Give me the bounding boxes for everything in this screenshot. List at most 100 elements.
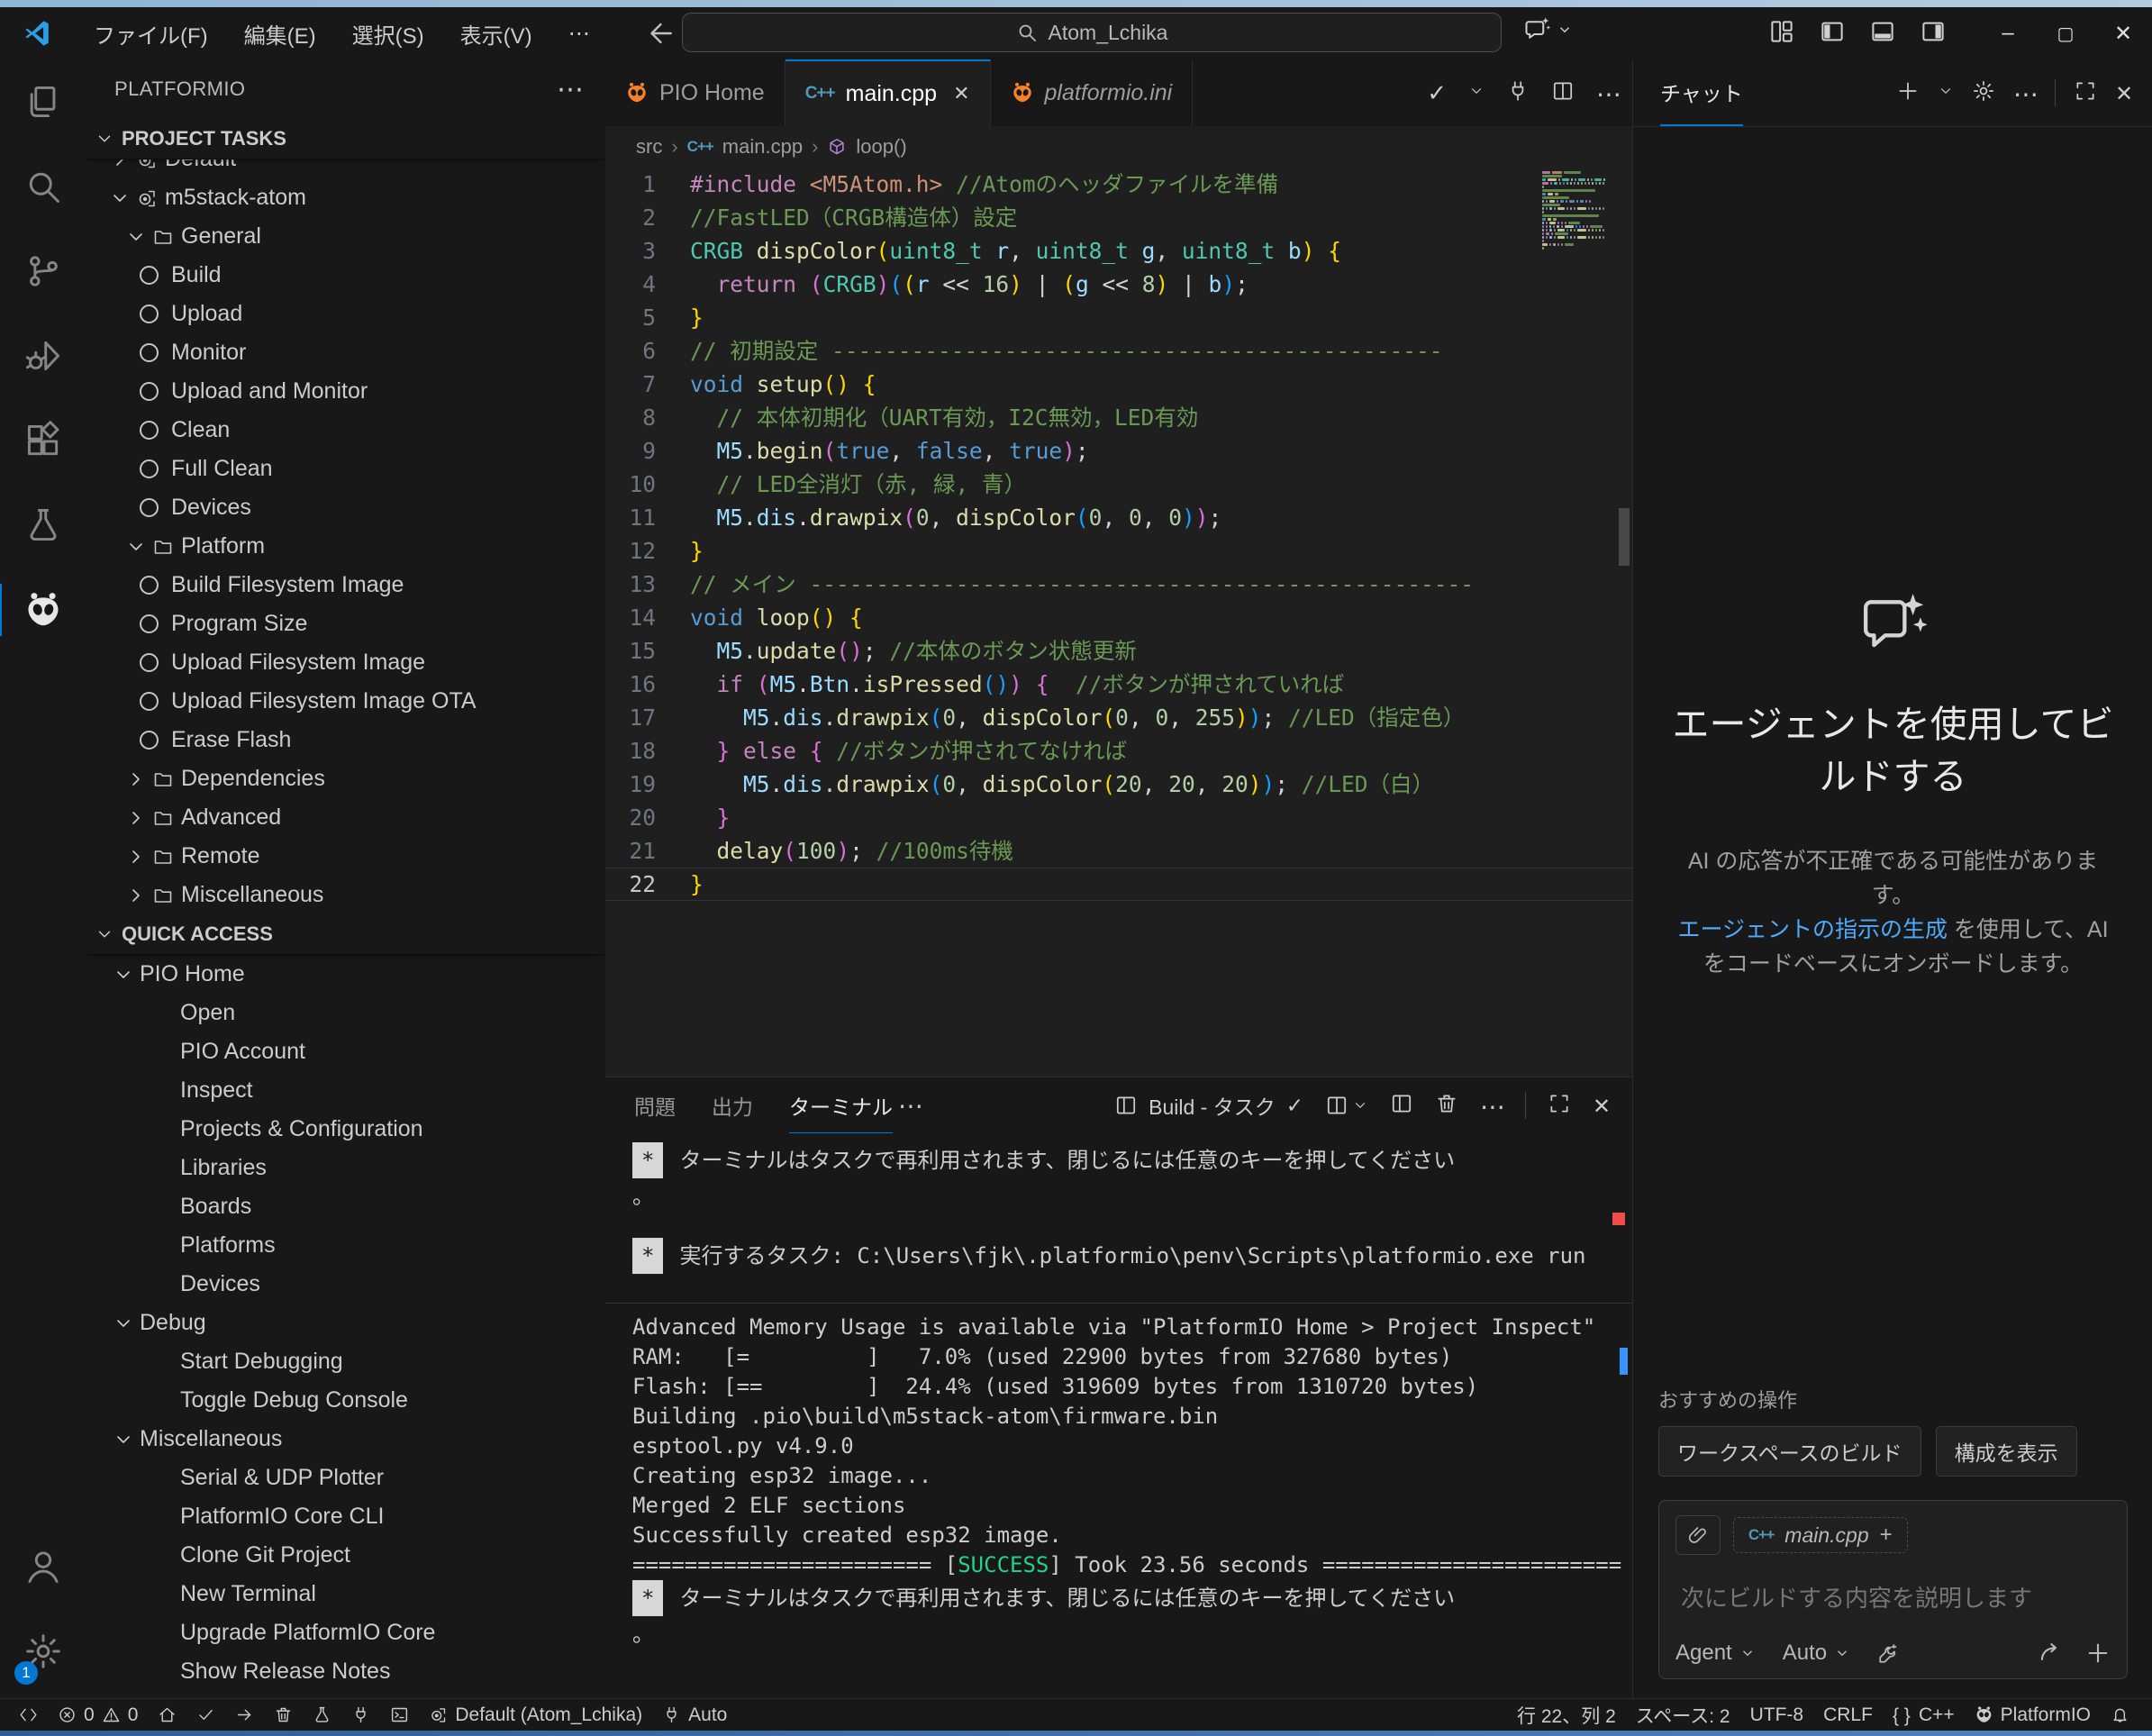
status-language-mode[interactable]: { }C++: [1883, 1699, 1965, 1731]
editor-scrollbar[interactable]: [1619, 508, 1630, 566]
send-arrow-icon[interactable]: [2037, 1641, 2062, 1666]
chat-action-chevron-down-sm[interactable]: [1938, 83, 1954, 104]
panel-action-close[interactable]: ✕: [1593, 1094, 1616, 1118]
panel-action-trash[interactable]: [1435, 1092, 1458, 1120]
tree-item-upload-filesystem-image[interactable]: Upload Filesystem Image: [86, 643, 605, 682]
activity-item-search[interactable]: [0, 144, 86, 229]
status-pio-terminal[interactable]: [380, 1699, 419, 1731]
tree-item-devices[interactable]: Devices: [86, 1265, 605, 1304]
status-pio-clean[interactable]: [264, 1699, 303, 1731]
editor-action-split-editor[interactable]: [1551, 79, 1575, 107]
code-editor[interactable]: 1#include <M5Atom.h> //Atomのヘッダファイルを準備2/…: [605, 168, 1632, 1077]
status-pio-test[interactable]: [303, 1699, 341, 1731]
tab-main-cpp[interactable]: C++main.cpp✕: [785, 59, 991, 126]
sidebar-more-actions-icon[interactable]: ⋯: [557, 74, 584, 105]
tree-item-dependencies[interactable]: Dependencies: [86, 759, 605, 798]
tree-item-full-clean[interactable]: Full Clean: [86, 450, 605, 488]
menu-item[interactable]: 表示(V): [442, 15, 550, 51]
breadcrumb-item[interactable]: loop(): [856, 135, 906, 159]
tree-item-show-release-notes[interactable]: Show Release Notes: [86, 1652, 605, 1691]
tree-item-erase-flash[interactable]: Erase Flash: [86, 721, 605, 759]
tab-platformio-ini[interactable]: platformio.ini: [991, 59, 1194, 126]
status-serial-port[interactable]: Auto: [652, 1699, 737, 1731]
status-pio-upload[interactable]: [225, 1699, 264, 1731]
activity-item-settings-gear[interactable]: 1: [0, 1609, 86, 1694]
chat-mode-picker[interactable]: Agent: [1675, 1641, 1756, 1666]
status-encoding[interactable]: UTF-8: [1740, 1699, 1814, 1731]
customize-layout-button[interactable]: [1768, 18, 1795, 50]
menu-item[interactable]: 選択(S): [334, 15, 442, 51]
panel-action-expand[interactable]: [1548, 1092, 1571, 1120]
minimap[interactable]: [1542, 171, 1611, 250]
close-window-button[interactable]: ✕: [2094, 7, 2152, 59]
tree-item-upgrade-platformio-core[interactable]: Upgrade PlatformIO Core: [86, 1613, 605, 1652]
tree-item-pio-home[interactable]: PIO Home: [86, 955, 605, 994]
tree-item-new-terminal[interactable]: New Terminal: [86, 1575, 605, 1613]
chat-action-kebab[interactable]: ⋯: [2013, 79, 2037, 107]
minimize-button[interactable]: –: [1979, 7, 2037, 59]
tree-item-upload-and-monitor[interactable]: Upload and Monitor: [86, 372, 605, 411]
tab-chat[interactable]: チャット: [1660, 59, 1743, 126]
chat-action-settings-gear[interactable]: [1972, 79, 1995, 107]
run-check-icon[interactable]: ✓: [1427, 79, 1447, 107]
panel-action-new-panel[interactable]: [1390, 1092, 1413, 1120]
tree-item-build[interactable]: Build: [86, 256, 605, 295]
status-pio-home[interactable]: [148, 1699, 186, 1731]
tree-item-miscellaneous[interactable]: Miscellaneous: [86, 1420, 605, 1459]
chat-action-plus[interactable]: [1896, 79, 1920, 107]
tree-item-platforms[interactable]: Platforms: [86, 1226, 605, 1265]
tree-item-default[interactable]: Default: [86, 159, 605, 178]
breadcrumb-item[interactable]: src: [636, 135, 662, 159]
tools-icon[interactable]: [1877, 1641, 1901, 1665]
panel-tab-問題[interactable]: 問題: [634, 1077, 676, 1133]
status-notifications[interactable]: [2101, 1699, 2139, 1731]
chat-input-placeholder[interactable]: 次にビルドする内容を説明します: [1681, 1580, 2105, 1613]
tree-item-toggle-debug-console[interactable]: Toggle Debug Console: [86, 1381, 605, 1420]
panel-more-tabs-icon[interactable]: ⋯: [898, 1091, 923, 1121]
nav-back-icon[interactable]: [644, 18, 675, 49]
menu-item[interactable]: ファイル(F): [76, 15, 226, 51]
status-pio-build[interactable]: [186, 1699, 225, 1731]
generate-agent-instructions-link[interactable]: エージェントの指示の生成: [1677, 917, 1948, 942]
tree-item-start-debugging[interactable]: Start Debugging: [86, 1342, 605, 1381]
editor-action-plug[interactable]: [1506, 79, 1530, 107]
menu-item[interactable]: ⋯: [550, 15, 608, 51]
show-config-button[interactable]: 構成を表示: [1936, 1426, 2077, 1477]
chat-action-expand[interactable]: [2074, 79, 2097, 107]
activity-item-run-debug[interactable]: [0, 314, 86, 398]
activity-item-extensions[interactable]: [0, 398, 86, 483]
tree-item-platformio-core-cli[interactable]: PlatformIO Core CLI: [86, 1497, 605, 1536]
activity-item-source-control[interactable]: [0, 229, 86, 314]
status-problems[interactable]: 00: [48, 1699, 148, 1731]
chat-model-picker[interactable]: Auto: [1783, 1641, 1850, 1666]
chat-input-card[interactable]: C++ main.cpp + 次にビルドする内容を説明します Agent Aut…: [1658, 1500, 2128, 1679]
activity-item-platformio[interactable]: [0, 568, 86, 652]
activity-item-account[interactable]: [0, 1524, 86, 1609]
tree-item-projects-configuration[interactable]: Projects & Configuration: [86, 1110, 605, 1149]
editor-action-chevron-down-sm[interactable]: [1468, 83, 1485, 104]
add-icon[interactable]: [2085, 1641, 2111, 1666]
status-pio-serial-monitor[interactable]: [341, 1699, 380, 1731]
tree-item-inspect[interactable]: Inspect: [86, 1071, 605, 1110]
terminal-task-selector[interactable]: Build - タスク✓: [1114, 1090, 1303, 1121]
tree-item-remote[interactable]: Remote: [86, 837, 605, 876]
tree-item-debug[interactable]: Debug: [86, 1304, 605, 1342]
breadcrumb-item[interactable]: main.cpp: [722, 135, 803, 159]
panel-tab-出力[interactable]: 出力: [712, 1077, 753, 1133]
close-tab-icon[interactable]: ✕: [953, 82, 969, 105]
tree-item-open[interactable]: Open: [86, 994, 605, 1032]
terminal-output[interactable]: *ターミナルはタスクで再利用されます、閉じるには任意のキーを押してください。*実…: [605, 1133, 1632, 1699]
maximize-button[interactable]: ▢: [2037, 7, 2094, 59]
toggle-secondary-sidebar-button[interactable]: [1920, 18, 1947, 50]
tree-item-m5stack-atom[interactable]: m5stack-atom: [86, 178, 605, 217]
tree-item-libraries[interactable]: Libraries: [86, 1149, 605, 1187]
section-header-quick-access[interactable]: QUICK ACCESS: [86, 914, 605, 955]
attach-context-button[interactable]: [1675, 1515, 1721, 1555]
tree-item-boards[interactable]: Boards: [86, 1187, 605, 1226]
status-platformio-status[interactable]: PlatformIO: [1965, 1699, 2101, 1731]
activity-item-testing[interactable]: [0, 483, 86, 568]
menu-item[interactable]: 編集(E): [226, 15, 334, 51]
chat-action-close[interactable]: ✕: [2115, 81, 2138, 105]
panel-tab-ターミナル[interactable]: ターミナル: [789, 1077, 893, 1133]
status-project-environment[interactable]: Default (Atom_Lchika): [419, 1699, 652, 1731]
